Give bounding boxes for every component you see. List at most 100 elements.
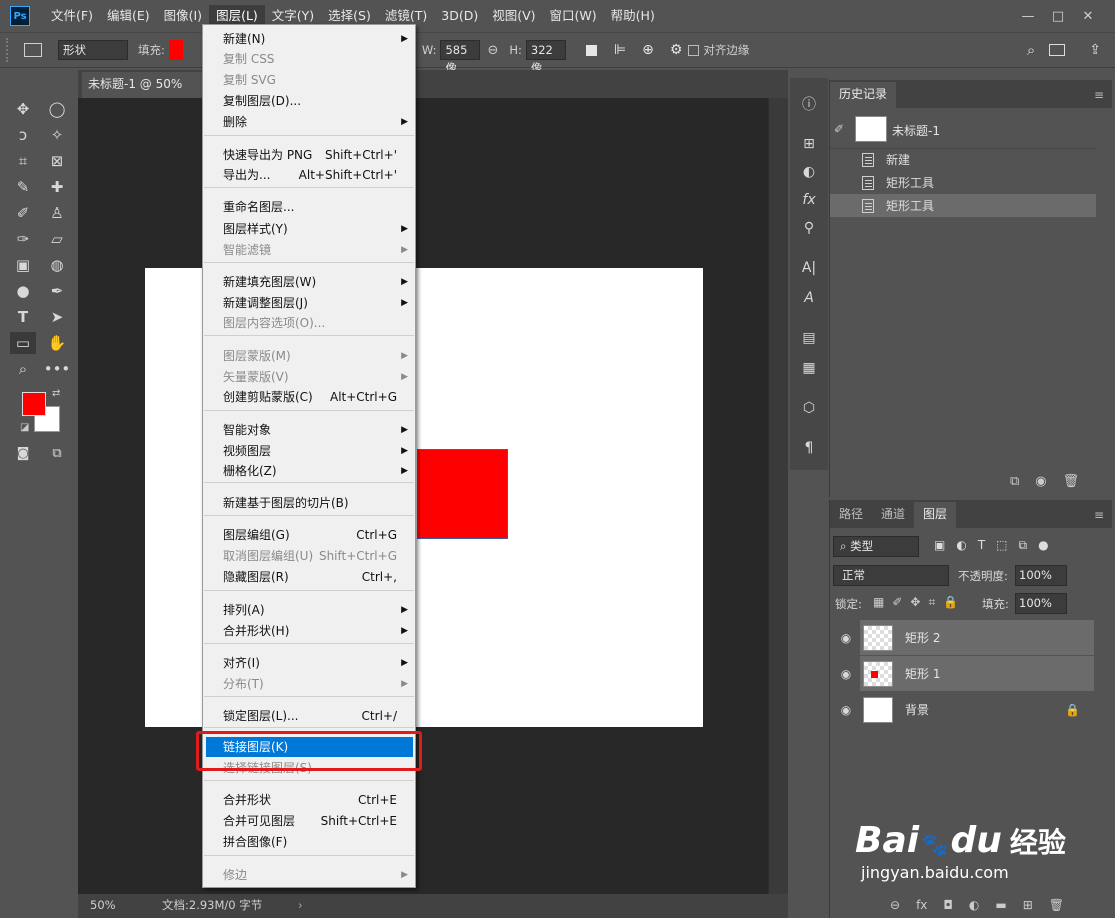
tab-paths[interactable]: 路径 <box>830 502 872 528</box>
history-step[interactable]: 矩形工具 <box>830 194 1096 217</box>
tab-layers[interactable]: 图层 <box>914 502 957 528</box>
menu-3d[interactable]: 3D(D) <box>434 5 485 27</box>
maximize-button[interactable]: □ <box>1043 5 1073 27</box>
menu-item[interactable]: 对齐(I) ▶ <box>204 653 414 673</box>
new-layer-icon[interactable]: ⊞ <box>1023 898 1033 912</box>
zoom-level[interactable]: 50% <box>90 894 116 916</box>
3d-icon[interactable]: ⬡ <box>799 398 819 418</box>
menu-file[interactable]: 文件(F) <box>44 5 100 27</box>
blend-mode-select[interactable]: 正常 <box>833 565 949 586</box>
history-step[interactable]: 矩形工具 <box>830 171 1096 194</box>
red-rectangle-shape[interactable] <box>417 449 508 539</box>
path-select-icon[interactable]: ➤ <box>44 306 70 328</box>
crop-tool-icon[interactable]: ⌗ <box>10 150 36 172</box>
vertical-scrollbar[interactable] <box>768 98 788 894</box>
swap-colors-icon[interactable]: ⇄ <box>52 388 60 399</box>
quick-mask-icon[interactable]: ◙ <box>10 442 36 464</box>
paragraph-icon[interactable]: ¶ <box>799 438 819 458</box>
adjustment-filter-icon[interactable]: ◐ <box>956 538 966 553</box>
search-icon[interactable]: ⌕ <box>1027 41 1035 59</box>
eye-icon[interactable]: ◉ <box>838 620 854 655</box>
history-brush-source-icon[interactable]: ✐ <box>834 122 844 136</box>
menu-item[interactable]: 新建(N) ▶ <box>204 29 414 49</box>
menu-item[interactable]: 新建填充图层(W) ▶ <box>204 272 414 292</box>
menu-item[interactable]: 图层样式(Y) ▶ <box>204 219 414 239</box>
type-tool-icon[interactable]: T <box>10 306 36 328</box>
shape-filter-icon[interactable]: ⬚ <box>996 538 1007 553</box>
gradient-tool-icon[interactable]: ▣ <box>10 254 36 276</box>
menu-item[interactable]: 隐藏图层(R) Ctrl+, <box>204 567 414 587</box>
lock-all-icon[interactable]: 🔒 <box>943 595 958 610</box>
artboard-lock-icon[interactable]: ⌗ <box>928 595 935 610</box>
menu-item[interactable]: 图层内容选项(O)... <box>204 313 414 333</box>
new-document-from-state-icon[interactable]: ⧉ <box>1010 474 1019 489</box>
notes-icon[interactable]: ▤ <box>799 328 819 348</box>
move-tool-icon[interactable]: ✥ <box>10 98 36 120</box>
menu-item[interactable]: 图层编组(G) Ctrl+G <box>204 525 414 545</box>
styles-icon[interactable]: fx <box>799 190 819 210</box>
add-mask-icon[interactable]: ◘ <box>943 898 953 912</box>
menu-item[interactable]: 新建调整图层(J) ▶ <box>204 293 414 313</box>
filter-toggle-icon[interactable]: ● <box>1038 538 1048 553</box>
healing-brush-icon[interactable]: ✚ <box>44 176 70 198</box>
stamp-tool-icon[interactable]: ♙ <box>44 202 70 224</box>
menu-item[interactable]: 导出为... Alt+Shift+Ctrl+' <box>204 165 414 185</box>
menu-item[interactable]: 矢量蒙版(V) ▶ <box>204 367 414 387</box>
align-edges-checkbox[interactable] <box>688 44 700 56</box>
snapshot-thumbnail[interactable] <box>855 116 887 142</box>
adjustment-layer-icon[interactable]: ◐ <box>969 898 979 912</box>
gear-icon[interactable]: ⚙ <box>670 42 683 58</box>
grip-handle[interactable] <box>6 38 16 62</box>
tab-channels[interactable]: 通道 <box>872 502 914 528</box>
character-icon[interactable]: A| <box>799 258 819 278</box>
brush-tool-icon[interactable]: ✐ <box>10 202 36 224</box>
menu-item[interactable]: 快速导出为 PNG Shift+Ctrl+' <box>204 145 414 165</box>
lock-pixels-icon[interactable]: ✐ <box>892 595 902 610</box>
adjustments-icon[interactable]: ◐ <box>799 162 819 182</box>
lock-transparency-icon[interactable]: ▦ <box>873 595 884 610</box>
screen-mode-icon[interactable]: ⧉ <box>44 442 70 464</box>
menu-view[interactable]: 视图(V) <box>485 5 542 27</box>
eraser-icon[interactable]: ▱ <box>44 228 70 250</box>
foreground-color-swatch[interactable] <box>22 392 46 416</box>
width-input[interactable]: 585 像 <box>440 40 481 75</box>
pen-tool-icon[interactable]: ✒ <box>44 280 70 302</box>
opacity-input[interactable]: 100% <box>1015 565 1067 586</box>
dodge-tool-icon[interactable]: ● <box>10 280 36 302</box>
layer-name[interactable]: 矩形 2 <box>905 629 940 646</box>
minimize-button[interactable]: — <box>1013 5 1043 27</box>
menu-item[interactable]: 智能滤镜 ▶ <box>204 240 414 260</box>
menu-item[interactable]: 创建剪贴蒙版(C) Alt+Ctrl+G <box>204 387 414 407</box>
rectangle-tool-icon[interactable] <box>24 43 42 57</box>
menu-item[interactable]: 新建基于图层的切片(B) <box>204 493 414 513</box>
height-input[interactable]: 322 像 <box>525 40 566 75</box>
menu-item[interactable]: 重命名图层... <box>204 197 414 217</box>
fx-icon[interactable]: fx <box>916 898 927 912</box>
menu-item[interactable]: 合并形状(H) ▶ <box>204 621 414 641</box>
link-icon[interactable]: ⊖ <box>487 43 498 58</box>
path-align-icon[interactable]: ⊫ <box>614 42 626 58</box>
menu-item[interactable]: 排列(A) ▶ <box>204 600 414 620</box>
blur-tool-icon[interactable]: ◍ <box>44 254 70 276</box>
menu-item[interactable]: 栅格化(Z) ▶ <box>204 461 414 481</box>
lock-position-icon[interactable]: ✥ <box>910 595 920 610</box>
fill-swatch[interactable] <box>168 40 183 60</box>
eyedropper-icon[interactable]: ✎ <box>10 176 36 198</box>
menu-item[interactable]: 删除 ▶ <box>204 112 414 132</box>
layer-name[interactable]: 矩形 1 <box>905 665 940 682</box>
menu-item[interactable]: 复制图层(D)... <box>204 91 414 111</box>
menu-help[interactable]: 帮助(H) <box>604 5 662 27</box>
trash-icon[interactable]: 🗑 <box>1063 474 1080 489</box>
layer-name[interactable]: 背景 <box>905 701 929 718</box>
frame-tool-icon[interactable]: ⊠ <box>44 150 70 172</box>
menu-item[interactable]: 复制 SVG <box>204 70 414 90</box>
pixel-filter-icon[interactable]: ▣ <box>934 538 945 553</box>
mode-select[interactable]: 形状 <box>58 40 128 60</box>
menu-item[interactable]: 图层蒙版(M) ▶ <box>204 346 414 366</box>
path-ops-icon[interactable] <box>585 44 597 56</box>
more-tools-icon[interactable]: ••• <box>44 358 71 380</box>
menu-edit[interactable]: 编辑(E) <box>100 5 157 27</box>
chevron-right-icon[interactable]: › <box>298 894 303 916</box>
trash-icon[interactable]: 🗑 <box>1049 898 1064 912</box>
menu-window[interactable]: 窗口(W) <box>543 5 604 27</box>
